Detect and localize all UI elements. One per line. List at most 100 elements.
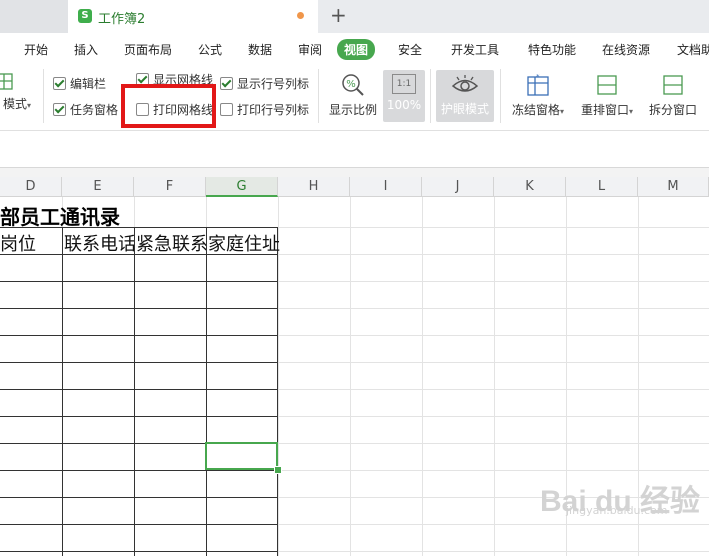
tab-review[interactable]: 审阅 <box>298 41 322 58</box>
highlight-annotation-box <box>121 84 216 128</box>
zoom-label: 显示比例 <box>328 103 377 117</box>
tab-formulas[interactable]: 公式 <box>198 41 222 58</box>
svg-text:*: * <box>536 73 540 81</box>
arrange-windows-button[interactable]: 重排窗口▾ <box>576 73 638 118</box>
zoom-button[interactable]: % 显示比例 <box>326 73 380 118</box>
table-border-horizontal <box>0 308 277 309</box>
one-to-one-icon: 1:1 <box>392 74 416 94</box>
toolbar-separator <box>500 69 501 123</box>
zoom-100-label: 100% <box>386 98 422 112</box>
wps-sheet-icon: S <box>78 9 92 23</box>
dropdown-arrow-icon: ▾ <box>629 107 634 116</box>
header-cell-home-address[interactable]: 家庭住址 <box>208 230 288 256</box>
table-border-vertical <box>206 227 207 556</box>
checkbox-unchecked-icon <box>220 103 233 116</box>
arrange-windows-icon <box>597 75 617 95</box>
table-border-horizontal <box>0 362 277 363</box>
freeze-panes-label: 冻结窗格 <box>511 103 560 117</box>
table-border-vertical <box>62 227 63 556</box>
freeze-panes-icon: * <box>527 73 549 96</box>
checkbox-task-pane-label: 任务窗格 <box>70 103 119 117</box>
checkbox-formula-bar[interactable]: 编辑栏 <box>53 75 106 92</box>
baidu-watermark-url: jingyan.baidu.com <box>566 504 668 517</box>
tab-home[interactable]: 开始 <box>24 41 48 58</box>
gridline-vertical <box>494 197 495 556</box>
title-bar-left <box>0 0 68 33</box>
checkbox-print-headings-label: 打印行号列标 <box>237 103 310 117</box>
freeze-panes-button[interactable]: * 冻结窗格▾ <box>507 73 569 118</box>
view-toolbar: 模式▾ 编辑栏 任务窗格 显示网格线 打印网格线 显示行号列标 打印行号列标 %… <box>0 63 709 131</box>
view-mode-button[interactable]: 模式▾ <box>0 73 34 112</box>
zoom-100-button[interactable]: 1:1 100% <box>383 70 425 122</box>
column-header-k[interactable]: K <box>494 177 566 197</box>
tab-data[interactable]: 数据 <box>248 41 272 58</box>
tab-page-layout[interactable]: 页面布局 <box>124 41 172 58</box>
tab-online-resources[interactable]: 在线资源 <box>602 41 650 58</box>
checkbox-formula-bar-label: 编辑栏 <box>70 77 107 91</box>
title-bar: S 工作簿2 + <box>0 0 709 33</box>
toolbar-separator <box>318 69 319 123</box>
document-tab-title: 工作簿2 <box>98 12 146 27</box>
tab-view[interactable]: 视图 <box>337 39 376 60</box>
tab-security[interactable]: 安全 <box>398 41 422 58</box>
eye-protection-button[interactable]: 护眼模式 <box>436 70 494 122</box>
eye-icon <box>451 75 479 92</box>
split-window-label: 拆分窗口 <box>648 103 697 117</box>
column-header-e[interactable]: E <box>62 177 134 197</box>
eye-mode-label: 护眼模式 <box>440 102 489 116</box>
ribbon-tabs: 开始 插入 页面布局 公式 数据 审阅 视图 安全 开发工具 特色功能 在线资源… <box>0 33 709 63</box>
checkbox-checked-icon <box>53 103 66 116</box>
column-header-i[interactable]: I <box>350 177 422 197</box>
checkbox-checked-icon <box>220 77 233 90</box>
dropdown-arrow-icon: ▾ <box>27 101 32 110</box>
table-border-horizontal <box>0 524 277 525</box>
table-border-horizontal <box>0 335 277 336</box>
table-border-horizontal <box>0 497 277 498</box>
gridline-vertical <box>350 197 351 556</box>
column-header-d[interactable]: D <box>0 177 62 197</box>
table-border-vertical <box>277 227 278 556</box>
tab-special-features[interactable]: 特色功能 <box>528 41 576 58</box>
formula-bar-area <box>0 131 709 167</box>
table-border-horizontal <box>0 281 277 282</box>
header-cell-emergency-contact[interactable]: 紧急联系人 <box>136 230 206 256</box>
gridline-vertical <box>422 197 423 556</box>
checkbox-show-headings[interactable]: 显示行号列标 <box>220 75 309 92</box>
column-header-j[interactable]: J <box>422 177 494 197</box>
split-window-button[interactable]: 拆分窗口 <box>645 73 701 118</box>
unsaved-dot-icon <box>297 12 304 19</box>
table-border-horizontal <box>0 551 277 552</box>
table-border-horizontal <box>0 416 277 417</box>
grid-view-icon <box>0 73 13 90</box>
magnifier-percent-icon: % <box>342 74 364 96</box>
document-tab[interactable]: S 工作簿2 <box>68 0 318 33</box>
checkbox-show-headings-label: 显示行号列标 <box>237 77 310 91</box>
header-cell-position[interactable]: 岗位 <box>0 230 60 256</box>
table-border-horizontal <box>0 389 277 390</box>
column-header-h[interactable]: H <box>278 177 350 197</box>
checkbox-task-pane[interactable]: 任务窗格 <box>53 101 118 118</box>
checkbox-checked-icon <box>53 77 66 90</box>
split-window-icon <box>663 75 683 95</box>
toolbar-separator <box>430 69 431 123</box>
column-header-l[interactable]: L <box>566 177 638 197</box>
tab-insert[interactable]: 插入 <box>74 41 98 58</box>
tab-developer[interactable]: 开发工具 <box>451 41 499 58</box>
checkbox-print-headings[interactable]: 打印行号列标 <box>220 101 309 118</box>
toolbar-separator <box>43 69 44 123</box>
column-header-m[interactable]: M <box>638 177 709 197</box>
table-border-vertical <box>134 227 135 556</box>
column-header-g[interactable]: G <box>206 177 278 197</box>
fill-handle[interactable] <box>274 466 282 474</box>
svg-text:%: % <box>346 79 356 90</box>
tab-doc-assistant[interactable]: 文档助 <box>677 41 709 58</box>
dropdown-arrow-icon: ▾ <box>560 107 565 116</box>
view-mode-label: 模式 <box>2 97 27 111</box>
selected-cell[interactable] <box>205 442 278 470</box>
arrange-windows-label: 重排窗口 <box>580 103 629 117</box>
column-header-f[interactable]: F <box>134 177 206 197</box>
header-cell-phone[interactable]: 联系电话 <box>64 230 134 256</box>
sheet-title-cell[interactable]: 内部员工通讯录 <box>0 201 120 230</box>
new-tab-button[interactable]: + <box>330 3 347 27</box>
table-border-horizontal <box>0 470 277 471</box>
